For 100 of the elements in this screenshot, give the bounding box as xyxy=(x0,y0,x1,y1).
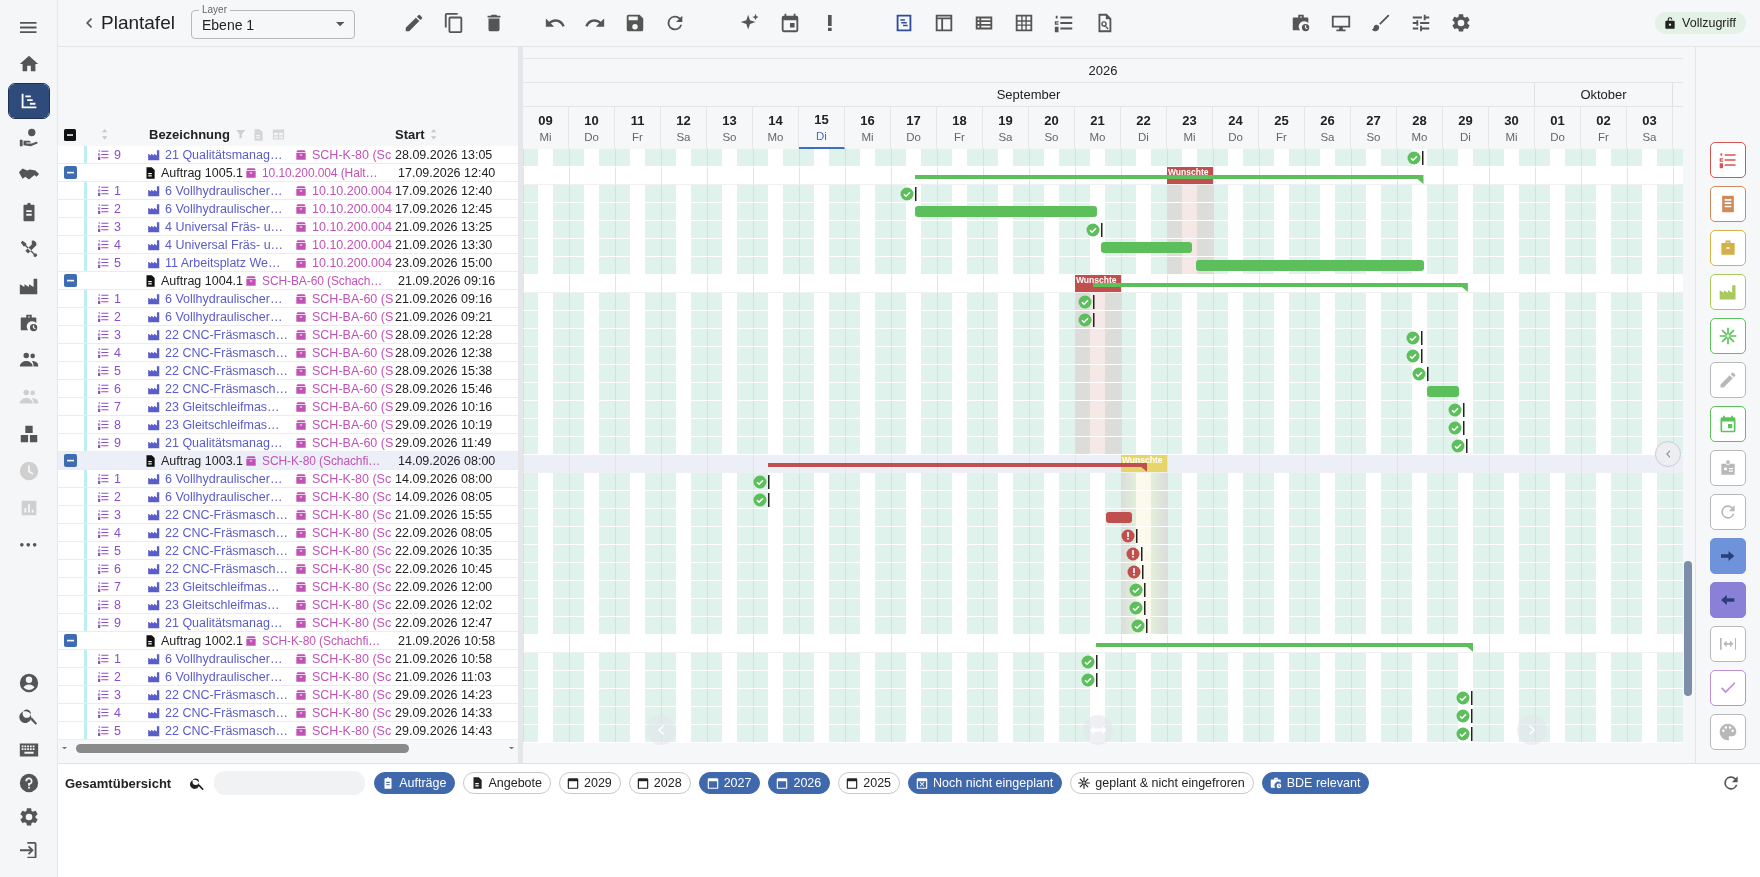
table-row[interactable]: 9 21 Qualitätsmanag… SCH-K-80 (Sc 28.09.2026 13:05 xyxy=(58,146,518,164)
material-name: SCH-K-80 (Schachfi… xyxy=(262,453,381,468)
material-name: 10.10.200.004 xyxy=(312,183,392,198)
table-row[interactable]: 2 6 Vollhydraulischer… SCH-BA-60 (S21.09.2026 09:21 xyxy=(58,308,518,326)
table-row[interactable]: 3 22 CNC-Fräsmasch… SCH-K-80 (Sc 21.09.2026 15:55 xyxy=(58,506,518,524)
material-name: SCH-K-80 (Sc xyxy=(312,687,392,702)
operation-name: 4 Universal Fräs- u… xyxy=(165,237,284,252)
table-row[interactable]: 1 6 Vollhydraulischer… SCH-BA-60 (S21.09.2026 09:16 xyxy=(58,290,518,308)
start-date: 22.09.2026 08:05 xyxy=(395,525,493,540)
table-row[interactable]: 7 23 Gleitschleifmas… SCH-K-80 (Sc 22.09.2026 12:00 xyxy=(58,578,518,596)
operation-name: 22 CNC-Fräsmasch… xyxy=(165,507,288,522)
material-name: SCH-BA-60 (S xyxy=(312,399,393,414)
filter-chip[interactable]: Aufträge xyxy=(374,772,456,794)
table-row[interactable]: 4 22 CNC-Fräsmasch… SCH-BA-60 (S28.09.2026 12:38 xyxy=(58,344,518,362)
filter-chip[interactable]: BDE relevant xyxy=(1261,772,1370,794)
start-date: 29.09.2026 14:43 xyxy=(395,723,493,738)
operation-name: 4 Universal Fräs- u… xyxy=(165,219,284,234)
material-name: SCH-K-80 (Sc xyxy=(312,597,392,612)
filter-chip[interactable]: 2026 xyxy=(768,772,831,794)
position-number: 4 xyxy=(114,525,121,540)
operation-name: 21 Qualitätsmanag… xyxy=(165,615,283,630)
material-name: SCH-BA-60 (S xyxy=(312,327,393,342)
table-row[interactable]: 2 6 Vollhydraulischer… SCH-K-80 (Sc 14.09.2026 08:05 xyxy=(58,488,518,506)
material-name: SCH-K-80 (Sc xyxy=(312,579,392,594)
operation-name: 22 CNC-Fräsmasch… xyxy=(165,723,288,738)
material-name: SCH-BA-60 (S xyxy=(312,417,393,432)
position-number: 6 xyxy=(114,561,121,576)
table-row[interactable]: 2 6 Vollhydraulischer… 10.10.200.004 17.09.2026 12:45 xyxy=(58,200,518,218)
table-row[interactable]: Auftrag 1002.1 SCH-K-80 (Schachfi… 21.09.2026 10:58 xyxy=(58,632,518,650)
start-date: 29.09.2026 11:49 xyxy=(395,435,492,450)
position-number: 1 xyxy=(114,471,121,486)
operation-name: 6 Vollhydraulischer… xyxy=(165,471,283,486)
table-row[interactable]: 5 22 CNC-Fräsmasch… SCH-K-80 (Sc 29.09.2026 14:43 xyxy=(58,722,518,740)
access-badge[interactable]: Vollzugriff xyxy=(1655,12,1746,34)
filter-chip[interactable]: Noch nicht eingeplant xyxy=(908,772,1063,794)
table-row[interactable]: 1 6 Vollhydraulischer… SCH-K-80 (Sc 21.09.2026 10:58 xyxy=(58,650,518,668)
table-row[interactable]: 7 23 Gleitschleifmas… SCH-BA-60 (S29.09.2026 10:16 xyxy=(58,398,518,416)
table-row[interactable]: 6 22 CNC-Fräsmasch… SCH-BA-60 (S28.09.2026 15:46 xyxy=(58,380,518,398)
start-date: 14.09.2026 08:05 xyxy=(395,489,493,504)
start-date: 21.09.2026 10:58 xyxy=(398,633,496,648)
start-date: 17.09.2026 12:40 xyxy=(398,165,496,180)
material-name: SCH-K-80 (Sc xyxy=(312,543,392,558)
material-name: SCH-K-80 (Sc xyxy=(312,669,392,684)
table-row[interactable]: 9 21 Qualitätsmanag… SCH-BA-60 (S29.09.2026 11:49 xyxy=(58,434,518,452)
material-name: 10.10.200.004 xyxy=(312,201,392,216)
table-row[interactable]: 5 11 Arbeitsplatz We… 10.10.200.004 23.09.2026 15:00 xyxy=(58,254,518,272)
month-label: Oktober xyxy=(1580,87,1627,102)
start-date: 21.09.2026 09:16 xyxy=(398,273,496,288)
operation-name: 22 CNC-Fräsmasch… xyxy=(165,327,288,342)
table-row[interactable]: 5 22 CNC-Fräsmasch… SCH-BA-60 (S28.09.2026 15:38 xyxy=(58,362,518,380)
operation-name: 22 CNC-Fräsmasch… xyxy=(165,363,288,378)
start-date: 21.09.2026 13:25 xyxy=(395,219,493,234)
table-row[interactable]: 2 6 Vollhydraulischer… SCH-K-80 (Sc 21.09.2026 11:03 xyxy=(58,668,518,686)
position-number: 4 xyxy=(114,345,121,360)
material-name: SCH-K-80 (Sc xyxy=(312,147,392,162)
filter-chip[interactable]: 2027 xyxy=(698,772,761,794)
table-row[interactable]: 3 22 CNC-Fräsmasch… SCH-K-80 (Sc 29.09.2026 14:23 xyxy=(58,686,518,704)
operation-name: 21 Qualitätsmanag… xyxy=(165,435,283,450)
filter-chip[interactable]: Angebote xyxy=(463,772,551,794)
position-number: 2 xyxy=(114,669,121,684)
table-row[interactable]: 3 22 CNC-Fräsmasch… SCH-BA-60 (S28.09.2026 12:28 xyxy=(58,326,518,344)
order-name: Auftrag 1002.1 xyxy=(161,633,243,648)
start-date: 14.09.2026 08:00 xyxy=(395,471,493,486)
operation-name: 6 Vollhydraulischer… xyxy=(165,291,283,306)
table-row[interactable]: 1 6 Vollhydraulischer… 10.10.200.004 17.09.2026 12:40 xyxy=(58,182,518,200)
material-name: SCH-K-80 (Sc xyxy=(312,471,392,486)
table-row[interactable]: 8 23 Gleitschleifmas… SCH-BA-60 (S29.09.2026 10:19 xyxy=(58,416,518,434)
position-number: 5 xyxy=(114,723,121,738)
column-header[interactable]: Bezeichnung xyxy=(149,127,230,142)
position-number: 9 xyxy=(114,435,121,450)
operation-name: 6 Vollhydraulischer… xyxy=(165,309,283,324)
operation-name: 22 CNC-Fräsmasch… xyxy=(165,543,288,558)
operation-name: 21 Qualitätsmanag… xyxy=(165,147,283,162)
table-row[interactable]: Auftrag 1003.1 SCH-K-80 (Schachfi… 14.09.2026 08:00 xyxy=(58,452,518,470)
position-number: 4 xyxy=(114,705,121,720)
operation-name: 6 Vollhydraulischer… xyxy=(165,183,283,198)
start-date: 22.09.2026 10:45 xyxy=(395,561,493,576)
table-row[interactable]: 6 22 CNC-Fräsmasch… SCH-K-80 (Sc 22.09.2026 10:45 xyxy=(58,560,518,578)
table-row[interactable]: Auftrag 1004.1 SCH-BA-60 (Schach… 21.09.2026 09:16 xyxy=(58,272,518,290)
filter-chip[interactable]: 2025 xyxy=(838,772,901,794)
filter-chip[interactable]: 2028 xyxy=(628,772,691,794)
table-row[interactable]: Auftrag 1005.1 10.10.200.004 (Halt… 17.09.2026 12:40 xyxy=(58,164,518,182)
table-row[interactable]: 4 22 CNC-Fräsmasch… SCH-K-80 (Sc 29.09.2026 14:33 xyxy=(58,704,518,722)
column-header[interactable]: Start xyxy=(395,127,425,142)
start-date: 22.09.2026 12:02 xyxy=(395,597,493,612)
table-row[interactable]: 4 22 CNC-Fräsmasch… SCH-K-80 (Sc 22.09.2026 08:05 xyxy=(58,524,518,542)
operation-name: 23 Gleitschleifmas… xyxy=(165,579,280,594)
filter-chip[interactable]: 2029 xyxy=(559,772,621,794)
table-row[interactable]: 4 4 Universal Fräs- u… 10.10.200.004 21.09.2026 13:30 xyxy=(58,236,518,254)
material-name: 10.10.200.004 xyxy=(312,255,392,270)
start-date: 29.09.2026 10:19 xyxy=(395,417,493,432)
page-title: Plantafel xyxy=(101,12,176,34)
table-row[interactable]: 8 23 Gleitschleifmas… SCH-K-80 (Sc 22.09.2026 12:02 xyxy=(58,596,518,614)
order-name: Auftrag 1003.1 xyxy=(161,453,243,468)
table-row[interactable]: 3 4 Universal Fräs- u… 10.10.200.004 21.09.2026 13:25 xyxy=(58,218,518,236)
table-row[interactable]: 1 6 Vollhydraulischer… SCH-K-80 (Sc 14.09.2026 08:00 xyxy=(58,470,518,488)
start-date: 29.09.2026 10:16 xyxy=(395,399,493,414)
filter-chip[interactable]: geplant & nicht eingefroren xyxy=(1070,772,1254,794)
table-row[interactable]: 5 22 CNC-Fräsmasch… SCH-K-80 (Sc 22.09.2026 10:35 xyxy=(58,542,518,560)
table-row[interactable]: 9 21 Qualitätsmanag… SCH-K-80 (Sc 22.09.2026 12:47 xyxy=(58,614,518,632)
